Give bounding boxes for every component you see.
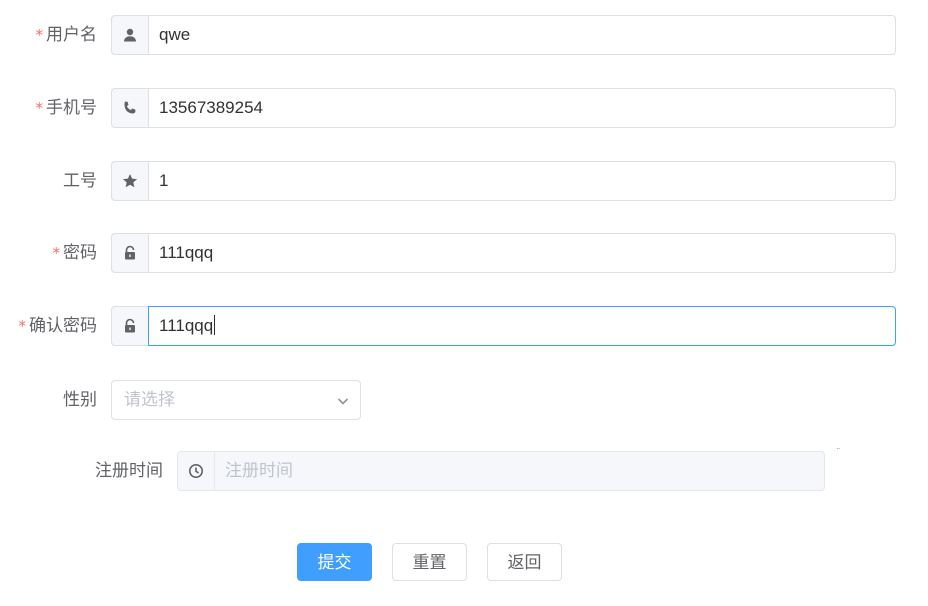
required-mark: * [35, 99, 44, 117]
register-time-label: 注册时间 [95, 461, 163, 481]
password-row: * 密码 111qqq [0, 233, 928, 273]
required-mark: * [52, 244, 61, 262]
gender-row: 性别 请选择 [0, 380, 928, 420]
lock-icon [111, 306, 148, 346]
back-button[interactable]: 返回 [487, 543, 562, 581]
star-icon [111, 161, 148, 201]
stray-mark: ¨ [836, 448, 841, 458]
employee-id-label: 工号 [63, 171, 97, 191]
required-mark: * [18, 317, 27, 335]
gender-placeholder: 请选择 [124, 390, 175, 410]
employee-id-input[interactable]: 1 [148, 161, 896, 201]
phone-row: * 手机号 13567389254 [0, 88, 928, 128]
submit-button[interactable]: 提交 [297, 543, 372, 581]
phone-icon [111, 88, 148, 128]
lock-icon [111, 233, 148, 273]
username-label: * 用户名 [35, 25, 98, 45]
password-label: * 密码 [52, 243, 98, 263]
employee-id-row: 工号 1 [0, 161, 928, 201]
phone-label: * 手机号 [35, 98, 98, 118]
required-mark: * [35, 26, 44, 44]
confirm-password-input[interactable]: 111qqq [148, 306, 896, 346]
confirm-password-label: * 确认密码 [18, 316, 98, 336]
clock-icon [177, 451, 214, 491]
chevron-down-icon [336, 393, 350, 412]
gender-select[interactable]: 请选择 [111, 380, 361, 420]
register-time-row: 注册时间 注册时间 [0, 451, 928, 491]
username-row: * 用户名 qwe [0, 15, 928, 55]
user-icon [111, 15, 148, 55]
register-time-input[interactable]: 注册时间 [214, 451, 825, 491]
username-input[interactable]: qwe [148, 15, 896, 55]
text-caret [214, 315, 216, 335]
phone-input[interactable]: 13567389254 [148, 88, 896, 128]
reset-button[interactable]: 重置 [392, 543, 467, 581]
confirm-password-row: * 确认密码 111qqq [0, 306, 928, 346]
password-input[interactable]: 111qqq [148, 233, 896, 273]
gender-label: 性别 [63, 390, 97, 410]
